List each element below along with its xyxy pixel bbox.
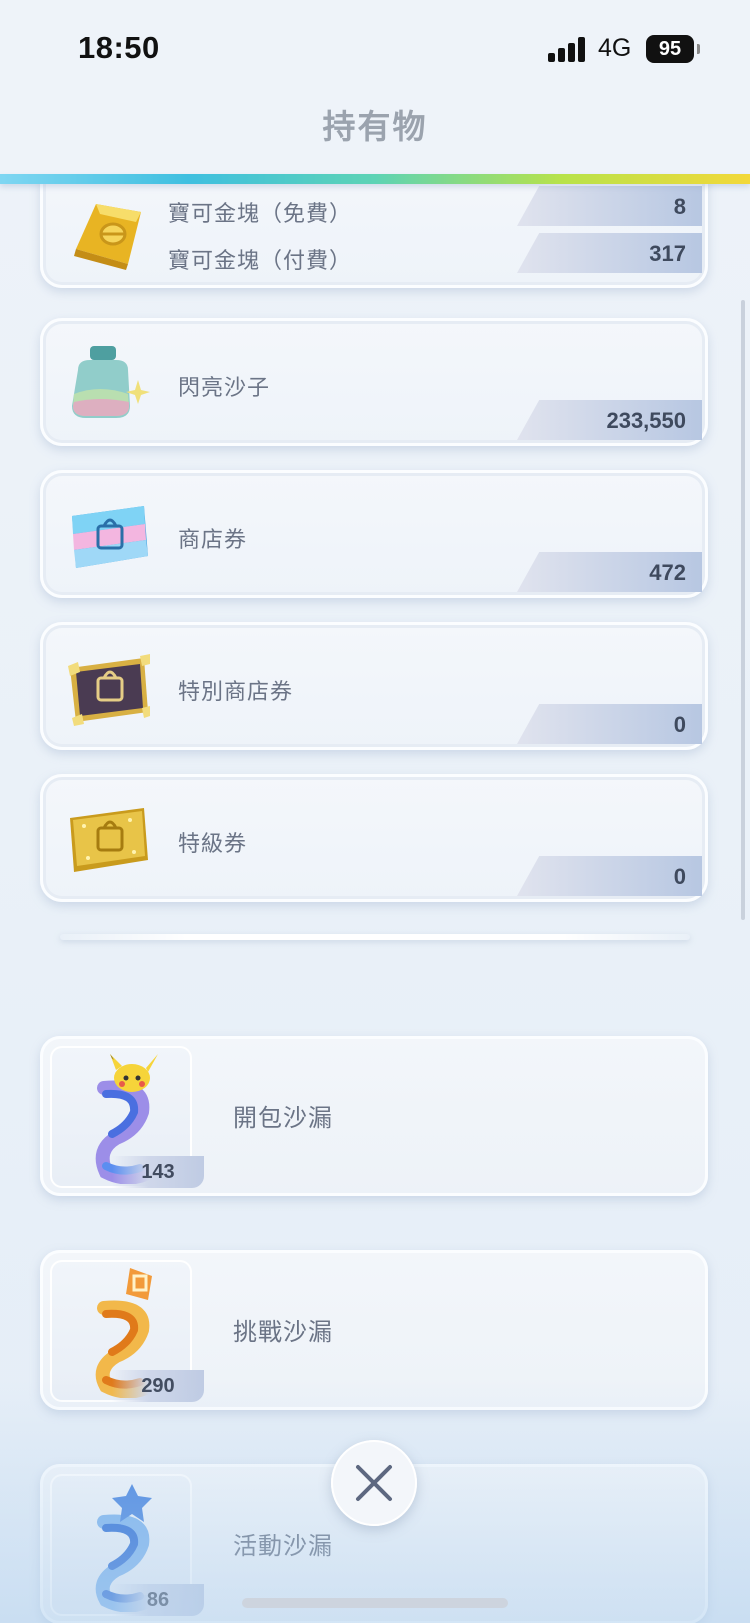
section-divider (60, 934, 690, 940)
items-list[interactable]: 寶可金塊（免費） 8 寶可金塊（付費） 317 閃亮沙子 233,550 商店券… (0, 184, 750, 1623)
challenge-hourglass-count: 290 (112, 1370, 204, 1402)
special-shop-ticket-label: 特別商店券 (178, 680, 294, 705)
status-time: 18:50 (78, 30, 160, 65)
special-shop-ticket-value: 0 (673, 712, 686, 737)
currency-card-special-shop-ticket[interactable]: 特別商店券 0 (40, 622, 708, 750)
pack-hourglass-label: 開包沙漏 (233, 1104, 333, 1132)
gold-paid-label: 寶可金塊（付費） (168, 249, 353, 274)
cellular-signal-icon (548, 36, 588, 62)
status-bar: 18:50 4G 95 (0, 0, 750, 90)
event-hourglass-label: 活動沙漏 (233, 1532, 333, 1560)
hourglass-icon-frame: 86 (50, 1474, 204, 1616)
pack-hourglass-count: 143 (112, 1156, 204, 1188)
close-icon (356, 1465, 392, 1501)
currency-card-gold[interactable]: 寶可金塊（免費） 8 寶可金塊（付費） 317 (40, 184, 708, 288)
close-button[interactable] (331, 1440, 417, 1526)
challenge-hourglass-label: 挑戰沙漏 (233, 1318, 333, 1346)
battery-tip (697, 44, 700, 54)
premium-ticket-label: 特級券 (178, 832, 248, 857)
gold-paid-value: 317 (649, 241, 686, 266)
network-type: 4G (598, 34, 632, 62)
home-indicator[interactable] (242, 1598, 508, 1608)
premium-ticket-value: 0 (673, 864, 686, 889)
currency-card-shiny-sand[interactable]: 閃亮沙子 233,550 (40, 318, 708, 446)
shop-ticket-label: 商店券 (178, 528, 248, 553)
special-shop-ticket-icon (64, 648, 150, 728)
shiny-sand-value: 233,550 (606, 408, 686, 433)
battery-icon: 95 (646, 35, 694, 63)
hourglass-icon-frame: 290 (50, 1260, 204, 1402)
header-accent-bar (0, 174, 750, 184)
page-title: 持有物 (322, 107, 428, 146)
shiny-sand-jar-icon (60, 340, 152, 424)
event-hourglass-count: 86 (112, 1584, 204, 1616)
gold-free-label: 寶可金塊（免費） (168, 202, 353, 227)
gold-ingot-icon (66, 194, 146, 274)
currency-card-premium-ticket[interactable]: 特級券 0 (40, 774, 708, 902)
hourglass-card-challenge[interactable]: 290 挑戰沙漏 (40, 1250, 708, 1410)
hourglass-icon-frame: 143 (50, 1046, 204, 1188)
shop-ticket-value: 472 (649, 560, 686, 585)
gold-free-value: 8 (673, 194, 686, 219)
hourglass-card-pack[interactable]: 143 開包沙漏 (40, 1036, 708, 1196)
premium-ticket-icon (64, 802, 150, 878)
shop-ticket-icon (64, 498, 150, 576)
currency-card-shop-ticket[interactable]: 商店券 472 (40, 470, 708, 598)
shiny-sand-label: 閃亮沙子 (178, 376, 271, 401)
